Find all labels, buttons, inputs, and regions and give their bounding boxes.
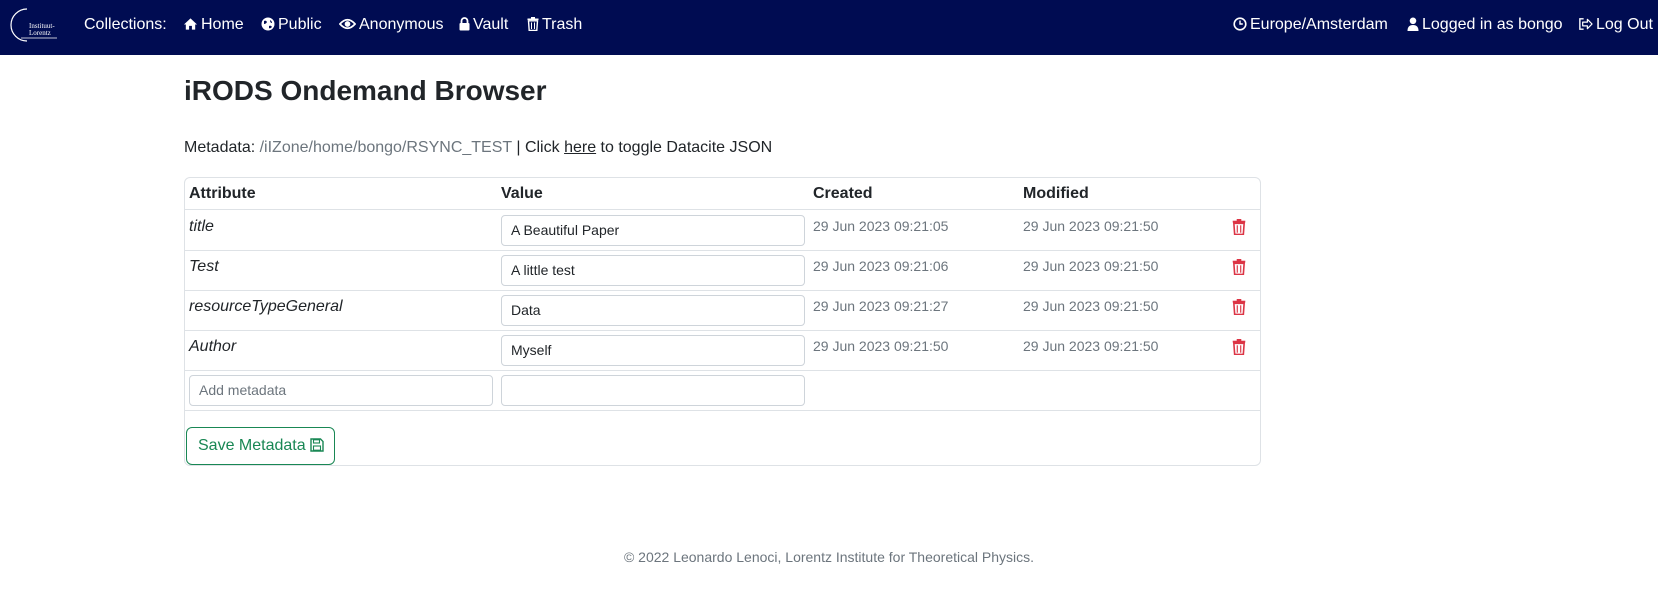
nav-link-home-label: Home	[201, 16, 244, 33]
header-attribute: Attribute	[189, 185, 256, 202]
logout-label: Log Out	[1596, 16, 1653, 33]
nav-link-anonymous-label: Anonymous	[359, 16, 444, 33]
row-attribute: Test	[189, 258, 219, 275]
delete-row-button[interactable]	[1232, 299, 1246, 315]
trash-icon	[1232, 259, 1246, 275]
row-divider	[185, 330, 1260, 331]
footer-copyright: © 2022 Leonardo Lenoci, Lorentz Institut…	[623, 549, 1035, 565]
row-modified: 29 Jun 2023 09:21:50	[1023, 258, 1159, 274]
logout-link[interactable]: Log Out	[1578, 14, 1653, 36]
nav-link-vault[interactable]: Vault	[459, 14, 508, 36]
metadata-prefix: Metadata:	[184, 139, 256, 156]
toggle-datacite-link[interactable]: here	[564, 139, 596, 156]
timezone-label: Europe/Amsterdam	[1250, 16, 1388, 33]
lock-icon	[459, 17, 470, 31]
save-metadata-button[interactable]: Save Metadata	[186, 427, 335, 465]
clock-icon	[1233, 17, 1247, 31]
user-icon	[1407, 17, 1419, 31]
row-modified: 29 Jun 2023 09:21:50	[1023, 218, 1159, 234]
row-divider	[185, 410, 1260, 411]
header-created: Created	[813, 185, 873, 202]
new-value-input[interactable]	[501, 375, 805, 406]
row-divider	[185, 370, 1260, 371]
row-modified: 29 Jun 2023 09:21:50	[1023, 298, 1159, 314]
row-value-input[interactable]: Data	[501, 295, 805, 326]
logo-text-line2: Lorentz	[29, 29, 51, 37]
row-created: 29 Jun 2023 09:21:50	[813, 338, 949, 354]
new-attribute-input[interactable]: Add metadata	[189, 375, 493, 406]
trash-icon	[1232, 299, 1246, 315]
row-divider	[185, 290, 1260, 291]
delete-row-button[interactable]	[1232, 259, 1246, 275]
collection-path: /iIZone/home/bongo/RSYNC_TEST	[259, 139, 512, 156]
row-attribute: title	[189, 218, 214, 235]
toggle-text-after: to toggle Datacite JSON	[600, 139, 773, 156]
row-attribute: resourceTypeGeneral	[189, 298, 343, 315]
row-attribute: Author	[189, 338, 237, 355]
user-link[interactable]: Logged in as bongo	[1407, 14, 1563, 36]
trash-icon	[1232, 339, 1246, 355]
nav-link-anonymous[interactable]: Anonymous	[339, 14, 444, 36]
user-label: Logged in as bongo	[1422, 16, 1563, 33]
save-metadata-label: Save Metadata	[198, 437, 306, 454]
sign-out-icon	[1578, 17, 1593, 31]
row-created: 29 Jun 2023 09:21:27	[813, 298, 949, 314]
header-modified: Modified	[1023, 185, 1089, 202]
globe-icon	[261, 17, 275, 31]
collections-label: Collections:	[84, 16, 167, 33]
top-navbar: Instituut- Lorentz Collections: Home Pub…	[0, 0, 1658, 55]
header-value: Value	[501, 185, 543, 202]
trash-icon	[1232, 219, 1246, 235]
row-value-input[interactable]: A Beautiful Paper	[501, 215, 805, 246]
row-modified: 29 Jun 2023 09:21:50	[1023, 338, 1159, 354]
floppy-disk-icon	[309, 438, 324, 452]
nav-link-trash[interactable]: Trash	[527, 14, 582, 36]
timezone-link[interactable]: Europe/Amsterdam	[1233, 14, 1388, 36]
home-icon	[183, 17, 198, 31]
nav-link-home[interactable]: Home	[183, 14, 244, 36]
nav-link-trash-label: Trash	[542, 16, 583, 33]
nav-link-public-label: Public	[278, 16, 322, 33]
row-divider	[185, 209, 1260, 210]
nav-link-vault-label: Vault	[473, 16, 509, 33]
metadata-path-line: Metadata: /iIZone/home/bongo/RSYNC_TEST …	[184, 137, 772, 159]
row-divider	[185, 250, 1260, 251]
delete-row-button[interactable]	[1232, 339, 1246, 355]
toggle-text-before: | Click	[516, 139, 560, 156]
logo-text: Instituut- Lorentz	[29, 23, 55, 37]
eye-icon	[339, 17, 356, 31]
row-created: 29 Jun 2023 09:21:06	[813, 258, 949, 274]
row-value-input[interactable]: A little test	[501, 255, 805, 286]
nav-link-public[interactable]: Public	[261, 14, 322, 36]
trash-icon	[527, 17, 539, 31]
row-value-input[interactable]: Myself	[501, 335, 805, 366]
institute-logo[interactable]: Instituut- Lorentz	[7, 5, 61, 43]
page-title: iRODS Ondemand Browser	[184, 75, 547, 106]
row-created: 29 Jun 2023 09:21:05	[813, 218, 949, 234]
delete-row-button[interactable]	[1232, 219, 1246, 235]
